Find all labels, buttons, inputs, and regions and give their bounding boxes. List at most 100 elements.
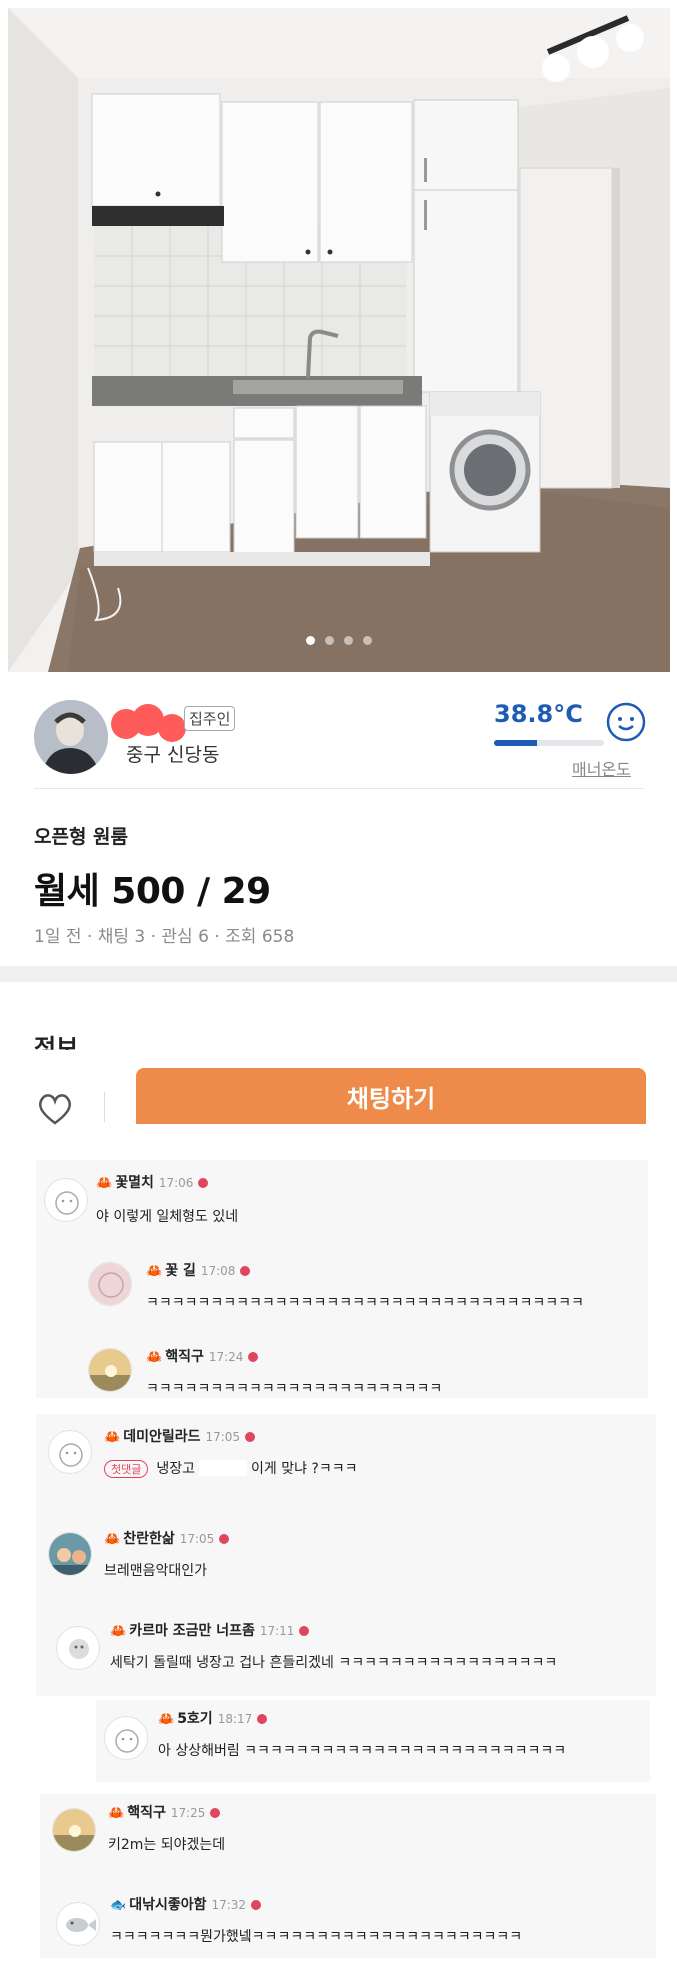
comment-time: 17:06 <box>158 1176 194 1190</box>
commenter-avatar[interactable] <box>52 1808 96 1852</box>
comment-header: 🦀 핵직구 17:24 <box>146 1346 259 1366</box>
comment-nickname[interactable]: 5호기 <box>177 1711 213 1727</box>
comment-text: 키2m는 되야겠는데 <box>108 1837 226 1853</box>
crab-icon: 🦀 <box>104 1532 121 1547</box>
comment-header: 🦀 꽃 길 17:08 <box>146 1260 251 1280</box>
comment-text: 브레맨음악대인가 <box>104 1563 208 1579</box>
level-mark-icon <box>248 1352 259 1362</box>
comment-text: ㅋㅋㅋㅋㅋㅋㅋ뭔가했넼ㅋㅋㅋㅋㅋㅋㅋㅋㅋㅋㅋㅋㅋㅋㅋㅋㅋㅋㅋㅋㅋ <box>110 1929 523 1945</box>
comment-text: 야 이렇게 일체형도 있네 <box>96 1209 239 1225</box>
commenter-avatar[interactable] <box>56 1626 100 1670</box>
crab-icon: 🦀 <box>146 1264 163 1279</box>
comment-nickname[interactable]: 대낚시좋아함 <box>129 1897 206 1913</box>
comment-header: 🦀 핵직구 17:25 <box>108 1802 221 1822</box>
default-avatar-icon <box>55 1191 79 1215</box>
level-mark-icon <box>299 1626 310 1636</box>
comment-nickname[interactable]: 핵직구 <box>165 1349 204 1365</box>
comment-time: 18:17 <box>217 1712 253 1726</box>
commenter-avatar[interactable] <box>88 1348 132 1392</box>
commenter-avatar[interactable] <box>48 1430 92 1474</box>
crab-icon: 🦀 <box>110 1624 127 1639</box>
pink-avatar-icon <box>89 1263 131 1305</box>
divider <box>34 788 644 789</box>
role-badge: 집주인 <box>184 706 236 731</box>
first-comment-tag: 첫댓글 <box>104 1460 149 1478</box>
comment-time: 17:08 <box>200 1264 236 1278</box>
commenter-avatar[interactable] <box>44 1178 88 1222</box>
level-mark-icon <box>257 1714 268 1724</box>
crab-icon: 🦀 <box>96 1176 113 1191</box>
section-separator <box>0 966 677 982</box>
listing-category: 오픈형 원룸 <box>34 826 129 848</box>
comment-time: 17:11 <box>259 1624 295 1638</box>
commenter-avatar[interactable] <box>104 1716 148 1760</box>
smile-face-icon <box>606 702 646 742</box>
group-avatar-icon <box>49 1533 91 1575</box>
listing-photo[interactable] <box>8 8 670 672</box>
level-mark-icon <box>251 1900 262 1910</box>
crab-icon: 🦀 <box>108 1806 125 1821</box>
manner-temperature: 38.8°C <box>494 700 583 728</box>
level-mark-icon <box>210 1808 221 1818</box>
seller-location: 중구 신당동 <box>126 744 220 766</box>
default-avatar-icon <box>59 1443 83 1467</box>
comment-text: 세탁기 돌릴때 냉장고 겁나 흔들리겠네 ㅋㅋㅋㅋㅋㅋㅋㅋㅋㅋㅋㅋㅋㅋㅋㅋㅋ <box>110 1655 558 1671</box>
comment-nickname[interactable]: 찬란한삶 <box>123 1531 175 1547</box>
fish-avatar-icon <box>66 1918 96 1932</box>
crab-icon: 🦀 <box>158 1712 175 1727</box>
comment-time: 17:25 <box>170 1806 206 1820</box>
comment-time: 17:24 <box>208 1350 244 1364</box>
level-mark-icon <box>198 1178 209 1188</box>
pagination-dot-4[interactable] <box>363 636 372 645</box>
manner-temperature-link[interactable]: 매너온도 <box>572 756 631 780</box>
pagination-dot-1[interactable] <box>306 636 315 645</box>
sunset-avatar-icon <box>53 1809 95 1851</box>
comment-header: 🦀 5호기 18:17 <box>158 1708 268 1728</box>
fish-icon: 🐟 <box>110 1898 127 1913</box>
level-mark-icon <box>245 1432 256 1442</box>
section-title-info: 정보 <box>34 1034 79 1050</box>
listing-price: 월세 500 / 29 <box>34 871 271 912</box>
seller-profile[interactable]: 집주인 중구 신당동 38.8°C 매너온도 <box>34 700 646 786</box>
crab-icon: 🦀 <box>146 1350 163 1365</box>
comment-time: 17:32 <box>211 1898 247 1912</box>
level-mark-icon <box>219 1534 230 1544</box>
default-avatar-icon <box>115 1729 139 1753</box>
level-mark-icon <box>240 1266 251 1276</box>
comment-header: 🦀 꽃멸치 17:06 <box>96 1172 209 1192</box>
commenter-avatar[interactable] <box>56 1902 100 1946</box>
comment-nickname[interactable]: 핵직구 <box>127 1805 166 1821</box>
photo-pagination[interactable] <box>8 636 670 645</box>
comment-text-part1: 냉장고 <box>156 1461 196 1477</box>
crab-icon: 🦀 <box>104 1430 121 1445</box>
comment-time: 17:05 <box>179 1532 215 1546</box>
commenter-avatar[interactable] <box>48 1532 92 1576</box>
comment-nickname[interactable]: 꽃멸치 <box>115 1175 154 1191</box>
comment-text: 첫댓글 냉장고 이게 맞냐 ?ㅋㅋㅋ <box>104 1458 358 1478</box>
room-photo-illustration <box>8 8 670 672</box>
comment-nickname[interactable]: 카르마 조금만 너프좀 <box>129 1623 255 1639</box>
manner-temperature-bar <box>494 740 604 746</box>
manner-temperature-fill <box>494 740 537 746</box>
comment-nickname[interactable]: 꽃 길 <box>165 1263 196 1279</box>
commenter-avatar[interactable] <box>88 1262 132 1306</box>
chat-button[interactable]: 채팅하기 <box>136 1068 646 1124</box>
pagination-dot-2[interactable] <box>325 636 334 645</box>
comment-header: 🦀 데미안릴라드 17:05 <box>104 1426 256 1446</box>
comment-text: ㅋㅋㅋㅋㅋㅋㅋㅋㅋㅋㅋㅋㅋㅋㅋㅋㅋㅋㅋㅋㅋㅋㅋ <box>146 1381 443 1397</box>
comment-header: 🦀 카르마 조금만 너프좀 17:11 <box>110 1620 310 1640</box>
seller-avatar[interactable] <box>34 700 108 774</box>
comment-header: 🦀 찬란한삶 17:05 <box>104 1528 230 1548</box>
bar-divider <box>104 1092 105 1122</box>
comment-nickname[interactable]: 데미안릴라드 <box>123 1429 200 1445</box>
favorite-heart-icon[interactable] <box>36 1092 74 1126</box>
comment-text: ㅋㅋㅋㅋㅋㅋㅋㅋㅋㅋㅋㅋㅋㅋㅋㅋㅋㅋㅋㅋㅋㅋㅋㅋㅋㅋㅋㅋㅋㅋㅋㅋㅋㅋ <box>146 1295 584 1311</box>
comment-time: 17:05 <box>205 1430 241 1444</box>
pagination-dot-3[interactable] <box>344 636 353 645</box>
listing-meta: 1일 전 · 채팅 3 · 관심 6 · 조회 658 <box>34 927 295 947</box>
bird-avatar-icon <box>69 1639 89 1659</box>
sunset-avatar-icon <box>89 1349 131 1391</box>
seller-avatar-image <box>34 700 108 774</box>
comment-text-part2: 이게 맞냐 ?ㅋㅋㅋ <box>251 1461 358 1477</box>
redacted-text <box>199 1460 248 1476</box>
